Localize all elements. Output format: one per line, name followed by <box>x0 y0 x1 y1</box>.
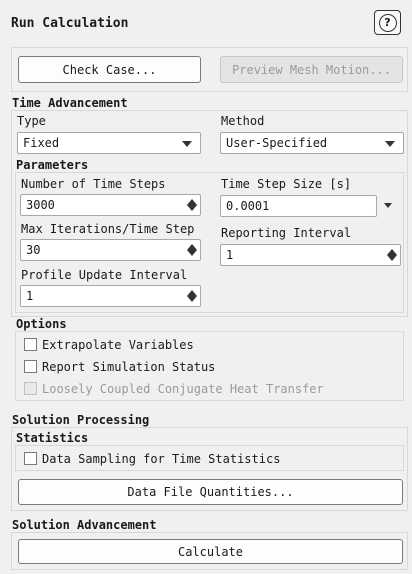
extrapolate-variables-label: Extrapolate Variables <box>42 338 194 352</box>
calculate-button[interactable]: Calculate <box>18 539 403 564</box>
chevron-down-icon <box>385 141 395 147</box>
data-file-quantities-button[interactable]: Data File Quantities... <box>18 479 403 505</box>
statistics-heading: Statistics <box>16 431 89 445</box>
report-simulation-status-label: Report Simulation Status <box>42 360 216 374</box>
chevron-down-icon <box>182 141 192 147</box>
time-step-size-input[interactable]: 0.0001 <box>220 195 377 217</box>
time-step-size-label: Time Step Size [s] <box>221 177 352 191</box>
time-step-size-value: 0.0001 <box>226 199 270 213</box>
type-label: Type <box>17 114 46 128</box>
solution-advancement-heading: Solution Advancement <box>12 518 157 532</box>
parameters-heading: Parameters <box>16 158 89 172</box>
num-time-steps-label: Number of Time Steps <box>21 177 166 191</box>
profile-update-interval-input[interactable]: 1 <box>20 285 201 307</box>
time-step-size-dropdown[interactable] <box>381 195 397 217</box>
spinner[interactable] <box>186 241 198 259</box>
profile-update-interval-label: Profile Update Interval <box>21 268 188 282</box>
spin-down-icon[interactable] <box>187 205 197 211</box>
help-button[interactable]: ? <box>374 10 401 35</box>
data-sampling-checkbox[interactable] <box>24 452 37 465</box>
data-sampling-label: Data Sampling for Time Statistics <box>42 452 281 466</box>
preview-mesh-motion-button[interactable]: Preview Mesh Motion... <box>220 56 403 83</box>
check-case-button[interactable]: Check Case... <box>18 56 201 83</box>
spin-down-icon[interactable] <box>387 255 397 261</box>
num-time-steps-input[interactable]: 3000 <box>20 194 201 216</box>
spin-down-icon[interactable] <box>187 296 197 302</box>
time-advancement-heading: Time Advancement <box>12 96 128 110</box>
panel-title: Run Calculation <box>11 16 129 31</box>
options-heading: Options <box>16 317 67 331</box>
max-iterations-value: 30 <box>26 243 41 257</box>
solution-processing-heading: Solution Processing <box>12 413 150 427</box>
reporting-interval-value: 1 <box>226 248 234 262</box>
type-dropdown[interactable]: Fixed <box>17 132 201 154</box>
method-value: User-Specified <box>226 136 328 150</box>
loosely-coupled-cht-checkbox[interactable] <box>24 382 37 395</box>
spinner[interactable] <box>186 196 198 214</box>
reporting-interval-label: Reporting Interval <box>221 226 352 240</box>
method-dropdown[interactable]: User-Specified <box>220 132 404 154</box>
chevron-down-icon <box>384 203 392 208</box>
extrapolate-variables-checkbox[interactable] <box>24 338 37 351</box>
help-icon: ? <box>378 13 397 32</box>
method-label: Method <box>221 114 265 128</box>
reporting-interval-input[interactable]: 1 <box>220 244 401 266</box>
num-time-steps-value: 3000 <box>26 198 55 212</box>
type-value: Fixed <box>23 136 60 150</box>
profile-update-interval-value: 1 <box>26 289 34 303</box>
max-iterations-label: Max Iterations/Time Step <box>21 222 195 236</box>
spin-down-icon[interactable] <box>187 250 197 256</box>
loosely-coupled-cht-label: Loosely Coupled Conjugate Heat Transfer <box>42 382 324 396</box>
max-iterations-input[interactable]: 30 <box>20 239 201 261</box>
report-simulation-status-checkbox[interactable] <box>24 360 37 373</box>
spinner[interactable] <box>386 246 398 264</box>
spinner[interactable] <box>186 287 198 305</box>
